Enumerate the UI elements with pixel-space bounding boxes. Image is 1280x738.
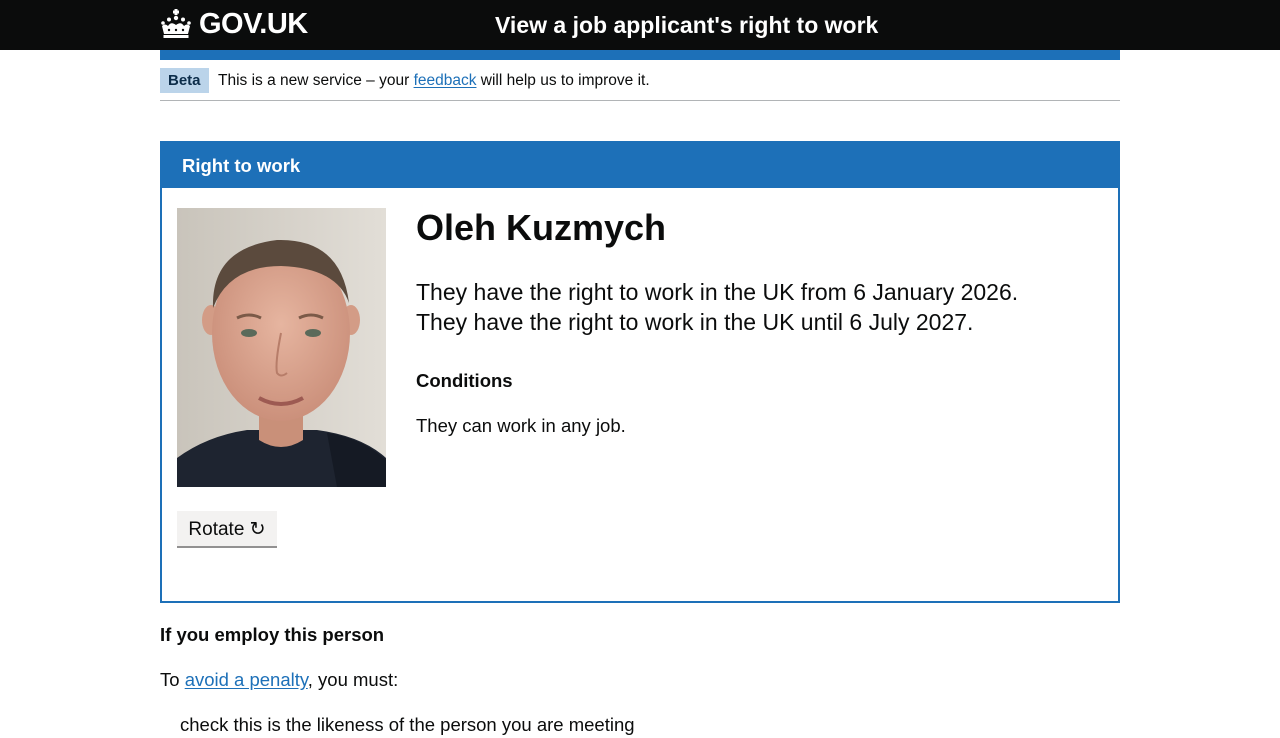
rtw-until-text: They have the right to work in the UK un… <box>416 309 974 335</box>
site-header: GOV.UK View a job applicant's right to w… <box>0 0 1280 50</box>
penalty-text-after: , you must: <box>307 669 399 690</box>
rotate-button[interactable]: Rotate ↻ <box>177 511 277 548</box>
list-item: check this is the likeness of the person… <box>180 714 635 735</box>
right-to-work-dates: They have the right to work in the UK fr… <box>416 277 1018 337</box>
panel-header: Right to work <box>162 143 1118 188</box>
header-container: GOV.UK View a job applicant's right to w… <box>160 0 1120 50</box>
feedback-link[interactable]: feedback <box>414 72 477 89</box>
govuk-logo-link[interactable]: GOV.UK <box>160 7 308 41</box>
phase-banner: Beta This is a new service – your feedba… <box>160 60 1120 101</box>
phase-banner-text: This is a new service – your feedback wi… <box>218 68 650 93</box>
employ-heading: If you employ this person <box>160 624 385 645</box>
penalty-paragraph: To avoid a penalty, you must: <box>160 667 398 693</box>
applicant-name: Oleh Kuzmych <box>416 207 667 248</box>
applicant-photo <box>177 208 386 487</box>
crown-icon <box>161 9 191 38</box>
service-name[interactable]: View a job applicant's right to work <box>495 9 878 41</box>
logo-text: GOV.UK <box>199 8 308 40</box>
header-blue-underline <box>160 50 1120 60</box>
rtw-from-text: They have the right to work in the UK fr… <box>416 279 1019 305</box>
applicant-portrait-image <box>177 208 386 487</box>
phase-text-before: This is a new service – your <box>218 72 410 89</box>
avoid-penalty-link[interactable]: avoid a penalty <box>185 669 308 690</box>
beta-tag: Beta <box>160 68 209 93</box>
phase-text-after: will help us to improve it. <box>480 72 650 89</box>
panel-title: Right to work <box>182 155 301 176</box>
penalty-text-before: To <box>160 669 180 690</box>
right-to-work-panel: Right to work Rotate ↻ Oleh Kuzmych They… <box>160 141 1120 603</box>
conditions-heading: Conditions <box>416 370 513 391</box>
conditions-text: They can work in any job. <box>416 415 626 436</box>
